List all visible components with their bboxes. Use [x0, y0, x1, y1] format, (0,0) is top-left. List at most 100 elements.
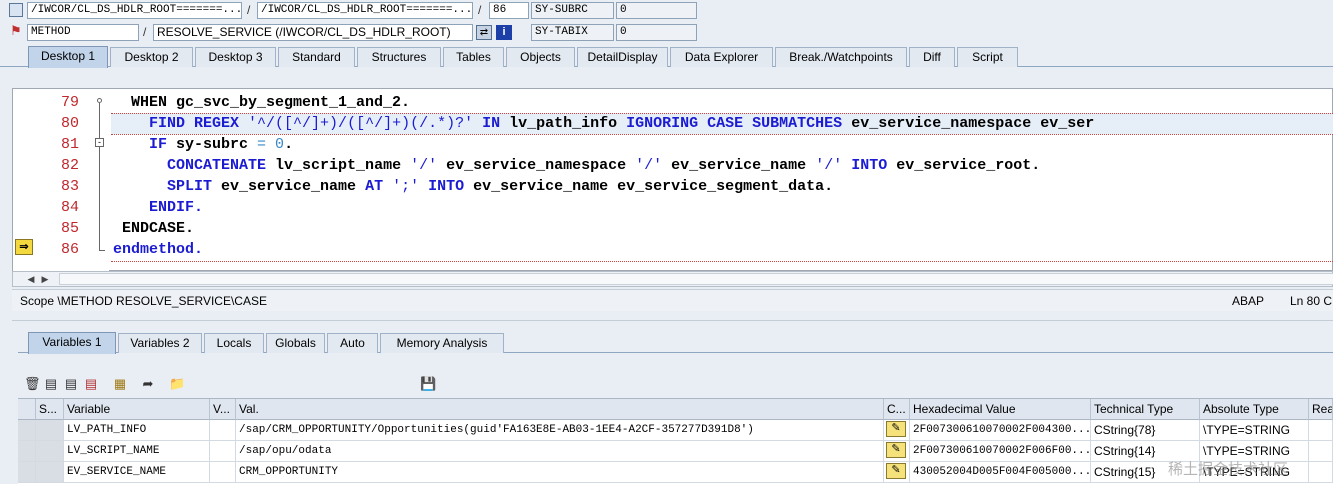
identifier: ev_service_root. [896, 157, 1041, 174]
edit-pencil-icon[interactable]: ✎ [886, 442, 906, 458]
code-line[interactable]: endmethod. [113, 239, 203, 260]
col-header-abs-type[interactable]: Absolute Type [1200, 399, 1309, 420]
tab-variables-2[interactable]: Variables 2 [118, 333, 202, 353]
line-number-field[interactable]: 86 [489, 2, 529, 19]
tab-structures[interactable]: Structures [357, 47, 441, 67]
code-line[interactable]: ENDCASE. [113, 218, 194, 239]
fold-line [99, 103, 100, 251]
identifier: ev_service_name ev_service_segment_data. [473, 178, 834, 195]
variable-cell[interactable]: LV_PATH_INFO [64, 420, 210, 441]
tab-standard[interactable]: Standard [278, 47, 355, 67]
code-line[interactable]: ENDIF. [113, 197, 203, 218]
tab-desktop-2[interactable]: Desktop 2 [110, 47, 193, 67]
scroll-left-icon[interactable]: ◀ [25, 273, 37, 285]
hex-cell[interactable]: 2F007300610070002F004300... [910, 420, 1091, 441]
v-cell [210, 441, 236, 462]
tab-auto[interactable]: Auto [327, 333, 378, 353]
scroll-right-icon[interactable]: ▶ [39, 273, 51, 285]
change-cell[interactable]: ✎ [884, 462, 910, 483]
v-cell [210, 420, 236, 441]
tab-memory-analysis[interactable]: Memory Analysis [380, 333, 504, 353]
save-icon[interactable]: 💾 [420, 376, 436, 392]
code-line[interactable]: CONCATENATE lv_script_name '/' ev_servic… [113, 155, 1040, 176]
rea-cell [1309, 462, 1333, 483]
tab-tables[interactable]: Tables [443, 47, 504, 67]
include-field[interactable]: /IWCOR/CL_DS_HDLR_ROOT=======... [257, 2, 473, 19]
row-selector[interactable] [18, 462, 36, 483]
abs-type-cell[interactable]: \TYPE=STRING [1200, 420, 1309, 441]
string-literal: '/' [410, 157, 438, 174]
fold-marker [97, 98, 102, 103]
type-field[interactable]: METHOD [27, 24, 139, 41]
col-header-change[interactable]: C... [884, 399, 910, 420]
load-variables-icon[interactable]: ▤ [63, 376, 79, 392]
tab-script[interactable]: Script [957, 47, 1018, 67]
status-cell [36, 441, 64, 462]
delete-icon[interactable]: 🗑 [24, 376, 41, 392]
change-cell[interactable]: ✎ [884, 441, 910, 462]
edit-pencil-icon[interactable]: ✎ [886, 421, 906, 437]
keyword: IF [149, 136, 177, 153]
save-variables-icon[interactable]: ▤ [83, 376, 99, 392]
code-line[interactable]: WHEN gc_svc_by_segment_1_and_2. [113, 92, 410, 113]
line-number: 79 [60, 94, 79, 111]
collapse-toggle-icon[interactable]: - [95, 138, 104, 147]
program-icon[interactable] [9, 3, 23, 17]
line-number: 84 [60, 199, 79, 216]
identifier: WHEN gc_svc_by_segment_1_and_2. [131, 94, 411, 111]
tab-globals[interactable]: Globals [266, 333, 325, 353]
col-header-v[interactable]: V... [210, 399, 236, 420]
line-separator [111, 261, 1333, 262]
line-number: 83 [60, 178, 79, 195]
v-cell [210, 462, 236, 483]
status-cell [36, 462, 64, 483]
folder-icon[interactable]: 📁 [169, 376, 185, 392]
navigate-icon[interactable]: ➦ [140, 376, 156, 392]
code-line[interactable]: SPLIT ev_service_name AT ';' INTO ev_ser… [113, 176, 833, 197]
tab-detaildisplay[interactable]: DetailDisplay [577, 47, 668, 67]
line-number: 82 [60, 157, 79, 174]
hierarchy-icon[interactable]: ▦ [112, 376, 128, 392]
value-cell[interactable]: CRM_OPPORTUNITY [236, 462, 884, 483]
source-code-editor[interactable]: - ⇒ 79 WHEN gc_svc_by_segment_1_and_2. 80… [12, 88, 1333, 271]
tab-locals[interactable]: Locals [204, 333, 264, 353]
navigate-icon[interactable]: ⇄ [476, 25, 492, 40]
col-header-rea[interactable]: Rea [1309, 399, 1333, 420]
tab-data-explorer[interactable]: Data Explorer [670, 47, 773, 67]
rea-cell [1309, 441, 1333, 462]
code-line[interactable]: FIND REGEX '^/([^/]+)/([^/]+)(/.*)?' IN … [113, 113, 1094, 134]
tab-desktop-1[interactable]: Desktop 1 [28, 46, 108, 68]
hex-cell[interactable]: 2F007300610070002F006F00... [910, 441, 1091, 462]
select-all-icon[interactable]: ▤ [43, 376, 59, 392]
cursor-position-text: Ln 80 C [1290, 294, 1333, 308]
separator: / [247, 3, 251, 17]
info-icon[interactable]: i [496, 25, 512, 40]
value-cell[interactable]: /sap/opu/odata [236, 441, 884, 462]
change-cell[interactable]: ✎ [884, 420, 910, 441]
method-icon: ⚑ [10, 23, 22, 38]
col-header-hex[interactable]: Hexadecimal Value [910, 399, 1091, 420]
col-header-value[interactable]: Val. [236, 399, 884, 420]
variable-cell[interactable]: LV_SCRIPT_NAME [64, 441, 210, 462]
horizontal-scrollbar[interactable]: ◀ ▶ [12, 271, 1333, 287]
col-header-tech-type[interactable]: Technical Type [1091, 399, 1200, 420]
tab-objects[interactable]: Objects [506, 47, 575, 67]
col-header-status[interactable]: S... [36, 399, 64, 420]
row-selector[interactable] [18, 420, 36, 441]
row-selector[interactable] [18, 441, 36, 462]
col-header-variable[interactable]: Variable [64, 399, 210, 420]
scroll-thumb[interactable] [59, 273, 1333, 285]
value-cell[interactable]: /sap/CRM_OPPORTUNITY/Opportunities(guid'… [236, 420, 884, 441]
tab-desktop-3[interactable]: Desktop 3 [195, 47, 276, 67]
tech-type-cell[interactable]: CString{78} [1091, 420, 1200, 441]
tab-diff[interactable]: Diff [909, 47, 955, 67]
tab-variables-1[interactable]: Variables 1 [28, 332, 116, 354]
keyword: SPLIT [167, 178, 222, 195]
edit-pencil-icon[interactable]: ✎ [886, 463, 906, 479]
code-line[interactable]: IF sy-subrc = 0. [113, 134, 293, 155]
program-field[interactable]: /IWCOR/CL_DS_HDLR_ROOT=======... [27, 2, 242, 19]
variable-cell[interactable]: EV_SERVICE_NAME [64, 462, 210, 483]
hex-cell[interactable]: 430052004D005F004F005000... [910, 462, 1091, 483]
method-name-field[interactable]: RESOLVE_SERVICE (/IWCOR/CL_DS_HDLR_ROOT) [153, 24, 473, 41]
tab-break-watchpoints[interactable]: Break./Watchpoints [775, 47, 907, 67]
